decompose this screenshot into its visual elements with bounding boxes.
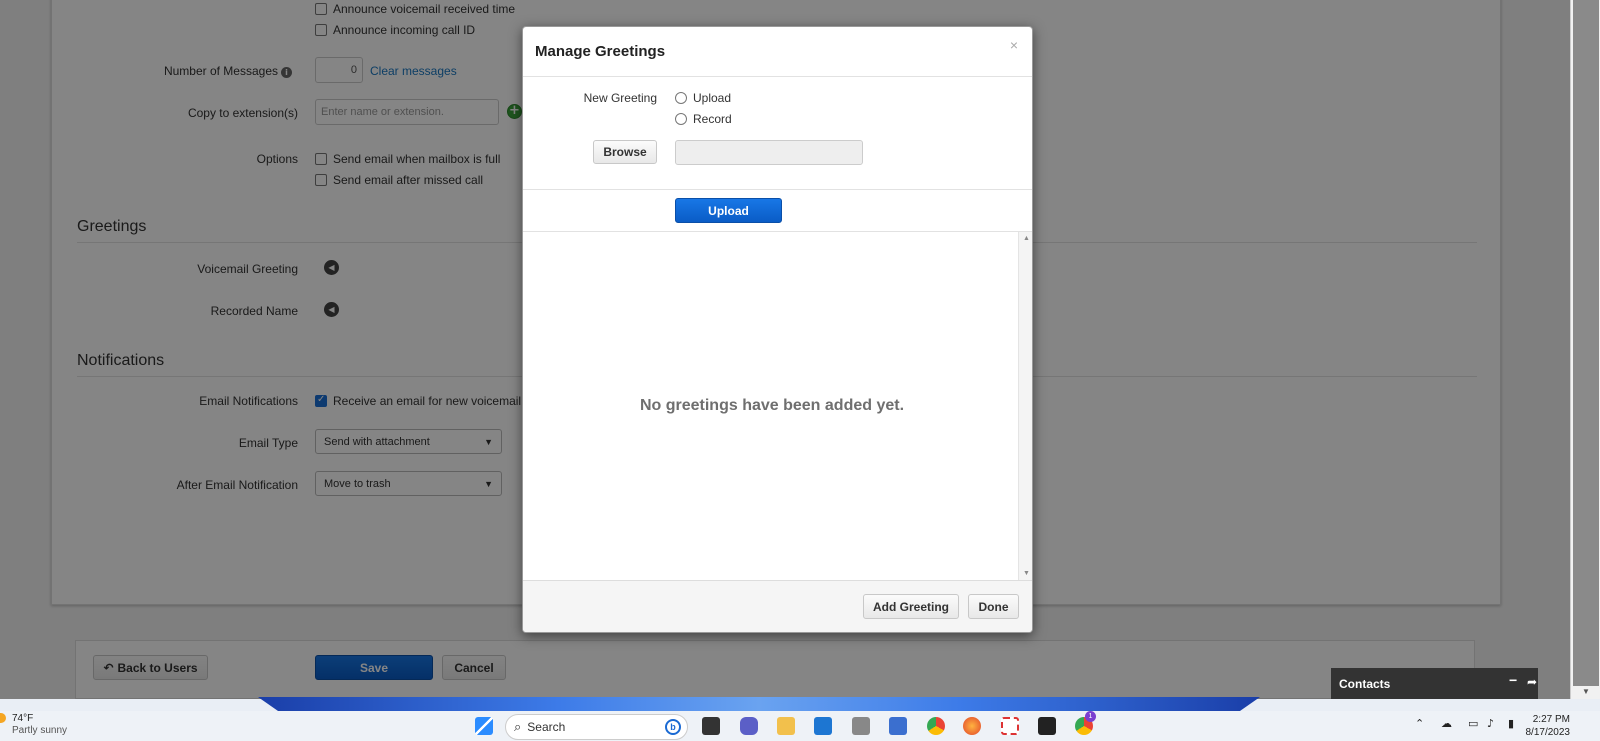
radio-upload[interactable]: Upload (675, 91, 731, 105)
radio-dot[interactable] (675, 113, 687, 125)
contacts-label: Contacts (1339, 676, 1391, 691)
scroll-up-icon[interactable]: ▲ (1023, 235, 1030, 242)
volume-icon[interactable]: ♪ (1487, 717, 1494, 730)
weather-temp: 74°F (12, 713, 34, 724)
remote-desktop-icon[interactable] (889, 717, 907, 735)
divider (523, 76, 1032, 77)
empty-state-message: No greetings have been added yet. (639, 397, 905, 414)
add-greeting-button[interactable]: Add Greeting (863, 594, 959, 619)
task-view-icon[interactable] (702, 717, 720, 735)
browse-button[interactable]: Browse (593, 140, 657, 164)
weather-sun-icon (0, 713, 6, 723)
chevron-up-icon[interactable]: ⌃ (1415, 717, 1424, 730)
page-scrollbar[interactable]: ▼ (1570, 0, 1600, 699)
network-app-icon[interactable] (852, 717, 870, 735)
minimize-icon[interactable]: − (1509, 672, 1517, 688)
chrome-profile-icon[interactable]: 1 (1075, 711, 1096, 735)
scroll-down-icon[interactable]: ▼ (1023, 570, 1030, 577)
radio-label: Record (693, 112, 732, 126)
bing-icon: b (665, 719, 681, 735)
clock-time: 2:27 PM (1532, 714, 1570, 725)
store-icon[interactable] (814, 717, 832, 735)
file-explorer-icon[interactable] (777, 717, 795, 735)
snipping-tool-icon[interactable] (1001, 717, 1019, 735)
radio-label: Upload (693, 91, 732, 105)
divider (523, 189, 1032, 190)
contacts-widget[interactable]: Contacts − ➦ (1331, 668, 1538, 699)
weather-widget[interactable]: 74°F Partly sunny (0, 713, 67, 736)
greetings-list: No greetings have been added yet. (523, 232, 1021, 580)
display-icon[interactable]: ▭ (1468, 717, 1478, 730)
radio-record[interactable]: Record (675, 112, 732, 126)
firefox-icon[interactable] (963, 717, 981, 735)
chrome-icon[interactable] (927, 717, 945, 735)
search-icon: ⌕ (514, 719, 522, 735)
new-greeting-label: New Greeting (583, 91, 657, 105)
taskbar-clock[interactable]: 2:27 PM 8/17/2023 (1526, 713, 1571, 739)
taskbar-search[interactable]: ⌕ Search b (505, 714, 688, 740)
notification-badge: 1 (1085, 711, 1096, 722)
greetings-list-scrollbar[interactable]: ▲ ▼ (1018, 232, 1032, 580)
manage-greetings-dialog: Manage Greetings × New Greeting Upload R… (522, 26, 1033, 633)
file-name-field (675, 140, 863, 165)
teams-icon[interactable] (740, 717, 758, 735)
battery-icon[interactable]: ▮ (1508, 717, 1514, 730)
radio-dot[interactable] (675, 92, 687, 104)
weather-desc: Partly sunny (12, 725, 68, 736)
scrollbar-thumb[interactable] (1573, 0, 1599, 686)
taskbar-bar: 74°F Partly sunny ⌕ Search b 1 ⌃ ☁ ▭ ♪ ▮… (0, 711, 1600, 741)
done-button[interactable]: Done (968, 594, 1019, 619)
popout-icon[interactable]: ➦ (1527, 675, 1537, 689)
cloud-icon[interactable]: ☁ (1441, 717, 1452, 730)
clock-date: 8/17/2023 (1525, 727, 1571, 738)
windows-start-icon[interactable] (475, 717, 493, 735)
dialog-title: Manage Greetings (535, 43, 666, 60)
terminal-icon[interactable] (1038, 717, 1056, 735)
scroll-down-icon[interactable]: ▼ (1582, 687, 1590, 696)
dialog-footer: Add Greeting Done (523, 580, 1032, 632)
upload-button[interactable]: Upload (675, 198, 782, 223)
close-icon[interactable]: × (1010, 37, 1018, 53)
desktop-wallpaper-strip (258, 697, 1260, 711)
windows-taskbar: 74°F Partly sunny ⌕ Search b 1 ⌃ ☁ ▭ ♪ ▮… (0, 697, 1600, 741)
search-label: Search (527, 720, 566, 734)
